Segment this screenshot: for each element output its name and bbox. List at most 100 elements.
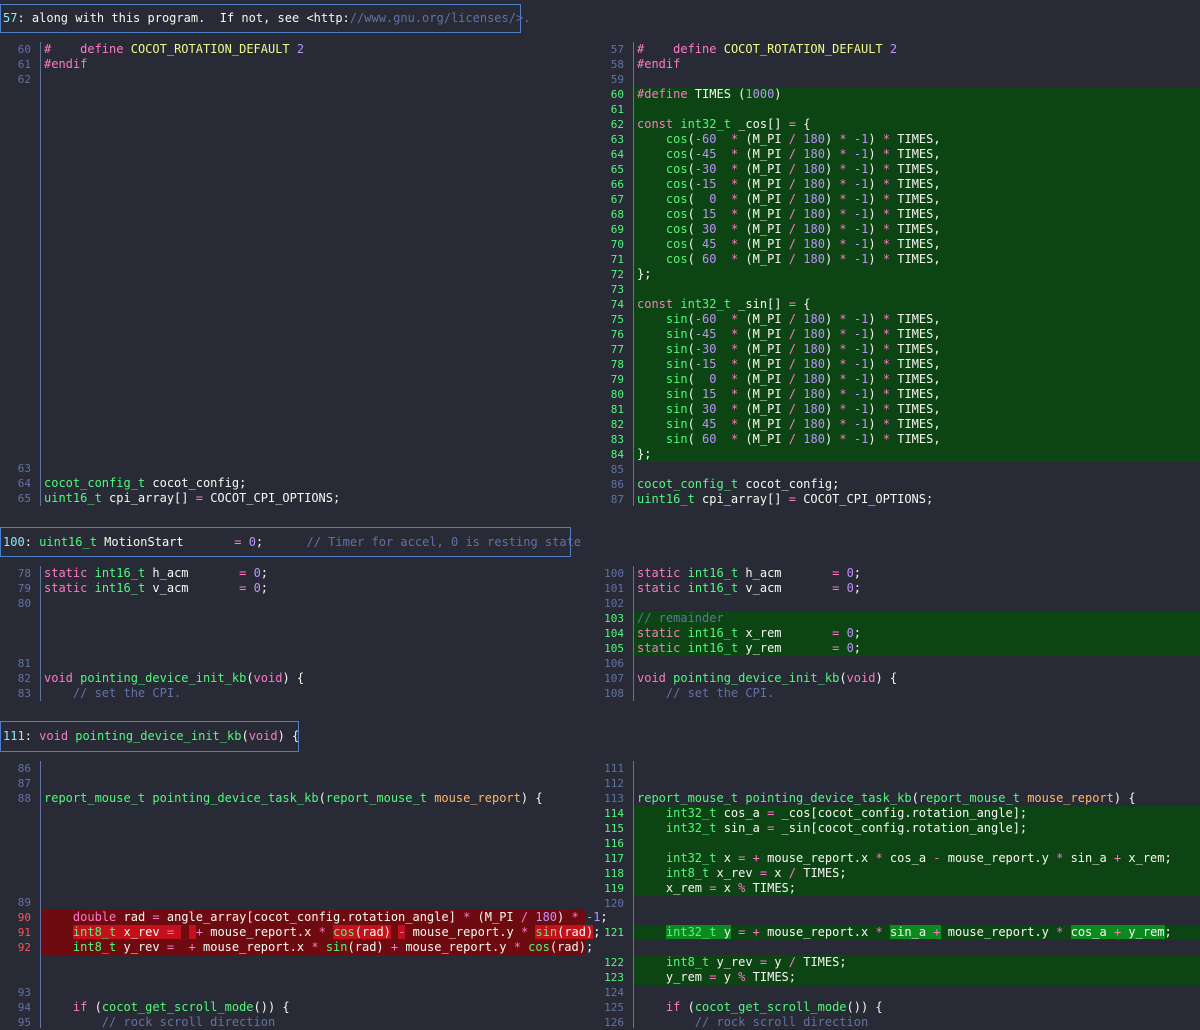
- right-code-line[interactable]: cos( 45 * (M_PI / 180) * -1) * TIMES,: [637, 237, 941, 252]
- left-line-number: 81: [17, 657, 31, 670]
- right-line-number: 106: [604, 657, 624, 670]
- right-code-line[interactable]: cocot_config_t cocot_config;: [637, 477, 839, 492]
- left-line-number: 62: [17, 73, 31, 86]
- right-code-line[interactable]: cos( 60 * (M_PI / 180) * -1) * TIMES,: [637, 252, 941, 267]
- right-line-number: 67: [610, 193, 624, 206]
- right-line-number: 123: [604, 971, 624, 984]
- hunk-header-100[interactable]: 100: uint16_t MotionStart = 0; // Timer …: [0, 527, 581, 557]
- right-code-line[interactable]: static int16_t h_acm = 0;: [637, 566, 861, 581]
- right-code-line[interactable]: cos( 0 * (M_PI / 180) * -1) * TIMES,: [637, 192, 941, 207]
- right-line-number: 84: [610, 448, 624, 461]
- left-code-line[interactable]: void pointing_device_init_kb(void) {: [44, 671, 304, 686]
- right-code-line[interactable]: #endif: [637, 57, 680, 72]
- right-code-line[interactable]: static int16_t x_rem = 0;: [637, 626, 861, 641]
- right-line-number: 81: [610, 403, 624, 416]
- right-line-number: 76: [610, 328, 624, 341]
- left-line-number: 87: [17, 777, 31, 790]
- right-code-line[interactable]: int32_t x = + mouse_report.x * cos_a - m…: [637, 851, 1172, 866]
- right-code-line[interactable]: const int32_t _sin[] = {: [637, 297, 810, 312]
- right-code-line[interactable]: sin(-45 * (M_PI / 180) * -1) * TIMES,: [637, 327, 941, 342]
- right-code-line[interactable]: sin( 60 * (M_PI / 180) * -1) * TIMES,: [637, 432, 941, 447]
- right-line-number: 65: [610, 163, 624, 176]
- right-code-line[interactable]: // remainder: [637, 611, 724, 626]
- right-line-number: 118: [604, 867, 624, 880]
- right-code-line[interactable]: sin( 0 * (M_PI / 180) * -1) * TIMES,: [637, 372, 941, 387]
- right-code-line[interactable]: int8_t x_rev = x / TIMES;: [637, 866, 847, 881]
- left-code-line[interactable]: uint16_t cpi_array[] = COCOT_CPI_OPTIONS…: [44, 491, 340, 506]
- right-line-number: 115: [604, 822, 624, 835]
- right-code-line[interactable]: cos( 15 * (M_PI / 180) * -1) * TIMES,: [637, 207, 941, 222]
- right-code-line[interactable]: int32_t y = + mouse_report.x * sin_a + m…: [637, 925, 1172, 940]
- left-code-line[interactable]: // set the CPI.: [44, 686, 181, 701]
- left-gutter-bar: [40, 761, 41, 1028]
- left-line-number: 80: [17, 597, 31, 610]
- right-code-line[interactable]: static int16_t v_acm = 0;: [637, 581, 861, 596]
- right-code-line[interactable]: # define COCOT_ROTATION_DEFAULT 2: [637, 42, 897, 57]
- right-line-number: 64: [610, 148, 624, 161]
- right-line-number: 59: [610, 73, 624, 86]
- right-code-line[interactable]: cos(-30 * (M_PI / 180) * -1) * TIMES,: [637, 162, 941, 177]
- right-code-line[interactable]: if (cocot_get_scroll_mode()) {: [637, 1000, 883, 1015]
- hunk-header-57[interactable]: 57: along with this program. If not, see…: [0, 4, 530, 33]
- left-code-line[interactable]: static int16_t v_acm = 0;: [44, 581, 268, 596]
- left-code-line[interactable]: # define COCOT_ROTATION_DEFAULT 2: [44, 42, 304, 57]
- left-line-number: 90: [17, 911, 31, 924]
- right-line-number: 113: [604, 792, 624, 805]
- left-code-line[interactable]: int8_t x_rev = + mouse_report.x * cos(ra…: [44, 925, 600, 940]
- left-line-number: 79: [17, 582, 31, 595]
- left-code-line[interactable]: static int16_t h_acm = 0;: [44, 566, 268, 581]
- right-line-number: 121: [604, 926, 624, 939]
- right-code-line[interactable]: sin( 45 * (M_PI / 180) * -1) * TIMES,: [637, 417, 941, 432]
- right-code-line[interactable]: // set the CPI.: [637, 686, 774, 701]
- right-code-line[interactable]: static int16_t y_rem = 0;: [637, 641, 861, 656]
- left-code-line[interactable]: double rad = angle_array[cocot_config.ro…: [44, 910, 608, 925]
- right-line-number: 69: [610, 223, 624, 236]
- left-line-number: 86: [17, 762, 31, 775]
- right-line-number: 87: [610, 493, 624, 506]
- left-code-line[interactable]: report_mouse_t pointing_device_task_kb(r…: [44, 791, 543, 806]
- right-line-number: 125: [604, 1001, 624, 1014]
- right-line-number: 86: [610, 478, 624, 491]
- right-line-number: 71: [610, 253, 624, 266]
- right-added-line-bg: [634, 836, 1200, 851]
- right-code-line[interactable]: x_rem = x % TIMES;: [637, 881, 796, 896]
- right-line-number: 63: [610, 133, 624, 146]
- right-code-line[interactable]: sin(-30 * (M_PI / 180) * -1) * TIMES,: [637, 342, 941, 357]
- left-code-line[interactable]: #endif: [44, 57, 87, 72]
- right-code-line[interactable]: int32_t sin_a = _sin[cocot_config.rotati…: [637, 821, 1027, 836]
- right-code-line[interactable]: sin(-15 * (M_PI / 180) * -1) * TIMES,: [637, 357, 941, 372]
- right-code-line[interactable]: y_rem = y % TIMES;: [637, 970, 796, 985]
- right-code-line[interactable]: sin(-60 * (M_PI / 180) * -1) * TIMES,: [637, 312, 941, 327]
- right-code-line[interactable]: cos(-15 * (M_PI / 180) * -1) * TIMES,: [637, 177, 941, 192]
- left-code-line[interactable]: cocot_config_t cocot_config;: [44, 476, 246, 491]
- right-code-line[interactable]: };: [637, 447, 651, 462]
- hunk-header-111[interactable]: 111: void pointing_device_init_kb(void) …: [0, 721, 299, 752]
- right-code-line[interactable]: int8_t y_rev = y / TIMES;: [637, 955, 847, 970]
- right-code-line[interactable]: uint16_t cpi_array[] = COCOT_CPI_OPTIONS…: [637, 492, 933, 507]
- right-code-line[interactable]: void pointing_device_init_kb(void) {: [637, 671, 897, 686]
- left-line-number: 82: [17, 672, 31, 685]
- right-line-number: 57: [610, 43, 624, 56]
- right-line-number: 105: [604, 642, 624, 655]
- right-line-number: 82: [610, 418, 624, 431]
- right-code-line[interactable]: int32_t cos_a = _cos[cocot_config.rotati…: [637, 806, 1027, 821]
- right-line-number: 58: [610, 58, 624, 71]
- right-code-line[interactable]: #define TIMES (1000): [637, 87, 782, 102]
- right-line-number: 70: [610, 238, 624, 251]
- right-line-number: 112: [604, 777, 624, 790]
- left-line-number: 94: [17, 1001, 31, 1014]
- left-code-line[interactable]: if (cocot_get_scroll_mode()) {: [44, 1000, 290, 1015]
- right-code-line[interactable]: cos(-45 * (M_PI / 180) * -1) * TIMES,: [637, 147, 941, 162]
- right-code-line[interactable]: cos(-60 * (M_PI / 180) * -1) * TIMES,: [637, 132, 941, 147]
- right-code-line[interactable]: cos( 30 * (M_PI / 180) * -1) * TIMES,: [637, 222, 941, 237]
- right-line-number: 66: [610, 178, 624, 191]
- right-code-line[interactable]: };: [637, 267, 651, 282]
- right-line-number: 61: [610, 103, 624, 116]
- right-line-number: 72: [610, 268, 624, 281]
- right-code-line[interactable]: sin( 15 * (M_PI / 180) * -1) * TIMES,: [637, 387, 941, 402]
- right-code-line[interactable]: const int32_t _cos[] = {: [637, 117, 810, 132]
- right-code-line[interactable]: sin( 30 * (M_PI / 180) * -1) * TIMES,: [637, 402, 941, 417]
- left-gutter-bar: [40, 566, 41, 701]
- left-code-line[interactable]: int8_t y_rev = + mouse_report.x * sin(ra…: [44, 940, 593, 955]
- right-code-line[interactable]: report_mouse_t pointing_device_task_kb(r…: [637, 791, 1136, 806]
